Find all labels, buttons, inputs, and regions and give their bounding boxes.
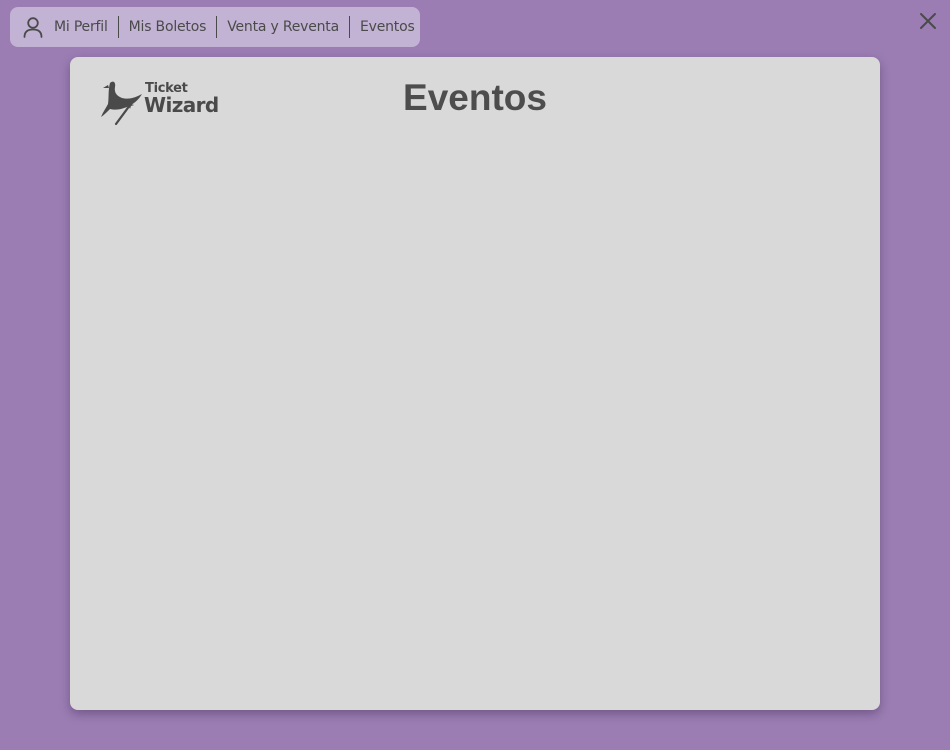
nav-item-mis-boletos[interactable]: Mis Boletos [129, 19, 207, 35]
user-icon[interactable] [22, 15, 44, 39]
nav-item-mi-perfil[interactable]: Mi Perfil [54, 19, 108, 35]
nav-divider [348, 16, 350, 38]
nav-divider [216, 16, 218, 38]
nav-item-venta-y-reventa[interactable]: Venta y Reventa [227, 19, 339, 35]
close-icon[interactable] [918, 11, 938, 31]
main-panel: Ticket Wizard Eventos [70, 57, 880, 710]
nav-divider [117, 16, 119, 38]
nav-item-eventos[interactable]: Eventos [360, 19, 415, 35]
top-nav-bar: Mi Perfil Mis Boletos Venta y Reventa Ev… [10, 7, 420, 47]
page-title: Eventos [403, 77, 547, 118]
